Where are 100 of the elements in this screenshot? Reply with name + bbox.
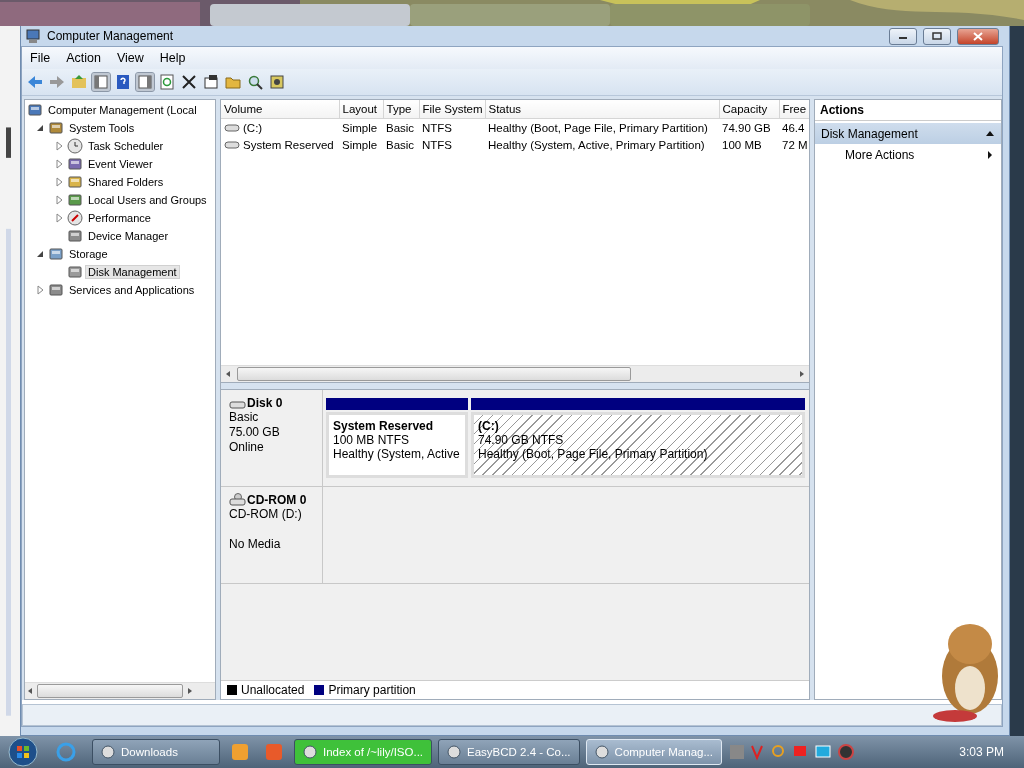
expand-arrow-icon[interactable]	[53, 176, 65, 188]
window-title: Computer Management	[47, 29, 175, 43]
back-arrow-icon[interactable]	[26, 73, 44, 91]
tree-item[interactable]: Device Manager	[85, 229, 172, 243]
expand-arrow-icon[interactable]	[34, 284, 46, 296]
menu-item[interactable]: Action	[58, 51, 109, 65]
log-icon	[67, 156, 83, 172]
tools-icon	[48, 120, 64, 136]
expand-arrow-icon[interactable]	[53, 212, 65, 224]
disk-info: No Media	[229, 537, 282, 552]
maximize-icon	[932, 32, 942, 40]
disk-info: CD-ROM (D:)	[229, 507, 303, 522]
tree-item[interactable]: Local Users and Groups	[85, 193, 210, 207]
table-cell: System Reserved	[243, 138, 334, 151]
close-button[interactable]	[957, 27, 999, 45]
help-icon[interactable]	[114, 73, 132, 91]
column-header[interactable]: Layout	[339, 100, 383, 119]
tree-item[interactable]: Disk Management	[85, 265, 180, 279]
column-header[interactable]: Volume	[221, 100, 339, 119]
actions-section[interactable]: Disk Management	[815, 123, 1001, 144]
minimize-button[interactable]	[889, 27, 917, 45]
table-cell: Basic	[386, 138, 415, 151]
table-cell: 74.90 GB	[722, 121, 771, 134]
computer-icon	[27, 102, 43, 118]
app-icon	[101, 745, 115, 759]
gauge-icon	[67, 210, 83, 226]
menu-item[interactable]: Help	[151, 51, 194, 65]
column-header[interactable]: Free	[779, 100, 809, 119]
table-cell: 100 MB	[722, 138, 762, 151]
start-button[interactable]	[6, 737, 40, 767]
legend-label: Primary partition	[328, 683, 416, 697]
tree-item[interactable]: Shared Folders	[85, 175, 167, 189]
partition-block[interactable]: System Reserved 100 MB NTFS Healthy (System, Active	[326, 412, 468, 478]
table-cell: 72 M	[782, 138, 808, 151]
computer-icon	[25, 28, 41, 44]
drive-icon	[224, 140, 240, 149]
pane-icon[interactable]	[136, 73, 154, 91]
app-icon	[594, 745, 609, 759]
horizontal-scrollbar[interactable]	[221, 365, 809, 382]
tree-item[interactable]: System Tools	[66, 121, 138, 135]
partition-block[interactable]: (C:) 74.90 GB NTFS Healthy (Boot, Page File, Primary Partition)	[471, 412, 805, 478]
table-cell: NTFS	[422, 138, 453, 151]
table-cell: Simple	[342, 138, 378, 151]
storage-icon	[48, 246, 64, 262]
table-cell: Basic	[386, 121, 415, 134]
disk-info: Online	[229, 440, 265, 455]
table-cell: NTFS	[422, 121, 453, 134]
table-cell: Simple	[342, 121, 378, 134]
search-icon[interactable]	[246, 73, 264, 91]
table-cell: 46.4	[782, 121, 805, 134]
column-header[interactable]: File System	[419, 100, 485, 119]
legend-label: Unallocated	[241, 683, 305, 697]
partition-name: System Reserved	[333, 419, 435, 433]
app-icon	[447, 745, 462, 759]
cd-drive-icon	[229, 493, 246, 507]
properties-icon[interactable]	[202, 73, 220, 91]
delete-icon[interactable]	[180, 73, 198, 91]
expand-arrow-icon[interactable]	[53, 194, 65, 206]
tree-item[interactable]: Task Scheduler	[85, 139, 167, 153]
drive-icon	[224, 123, 240, 132]
column-header[interactable]: Capacity	[719, 100, 779, 119]
menu-item[interactable]: View	[108, 51, 152, 65]
disk-name: Disk 0	[247, 396, 283, 410]
settings-icon[interactable]	[268, 73, 286, 91]
column-header[interactable]: Status	[485, 100, 719, 119]
services-icon	[48, 282, 64, 298]
tree-item[interactable]: Storage	[66, 247, 111, 261]
disk-info: 75.00 GB	[229, 425, 281, 440]
action-item[interactable]: More Actions	[815, 144, 1001, 166]
tree-item[interactable]: Event Viewer	[85, 157, 156, 171]
expand-arrow-icon[interactable]	[53, 158, 65, 170]
maximize-button[interactable]	[923, 27, 951, 45]
close-icon	[973, 31, 983, 41]
tree-item[interactable]: Computer Management (Local	[45, 103, 200, 117]
table-cell: Healthy (Boot, Page File, Primary Partition)	[488, 121, 708, 134]
menu-item[interactable]: File	[22, 51, 59, 65]
partition-size: 74.90 GB NTFS	[478, 433, 565, 447]
disk-info: Basic	[229, 410, 260, 425]
clock: 3:03 PM	[959, 745, 1004, 759]
partition-status: Healthy (Boot, Page File, Primary Partition)	[478, 447, 709, 461]
refresh-icon[interactable]	[158, 73, 176, 91]
column-header[interactable]: Type	[383, 100, 419, 119]
arrow-right-icon	[987, 150, 993, 160]
tree-item[interactable]: Services and Applications	[66, 283, 198, 297]
folder-up-icon[interactable]	[70, 73, 88, 91]
device-icon	[67, 228, 83, 244]
table-cell: (C:)	[243, 121, 263, 134]
folder-icon	[67, 174, 83, 190]
partition-status: Healthy (System, Active	[333, 447, 461, 461]
clock-icon	[67, 138, 83, 154]
partition-name: (C:)	[478, 419, 500, 433]
tree-item[interactable]: Performance	[85, 211, 154, 225]
forward-arrow-icon[interactable]	[48, 73, 66, 91]
partition-size: 100 MB NTFS	[333, 433, 411, 447]
app-icon	[303, 745, 317, 759]
expand-arrow-icon[interactable]	[53, 140, 65, 152]
horizontal-scrollbar[interactable]	[25, 682, 215, 699]
table-cell: Healthy (System, Active, Primary Partition)	[488, 138, 705, 151]
disk-name: CD-ROM 0	[247, 493, 307, 507]
pane-icon[interactable]	[92, 73, 110, 91]
